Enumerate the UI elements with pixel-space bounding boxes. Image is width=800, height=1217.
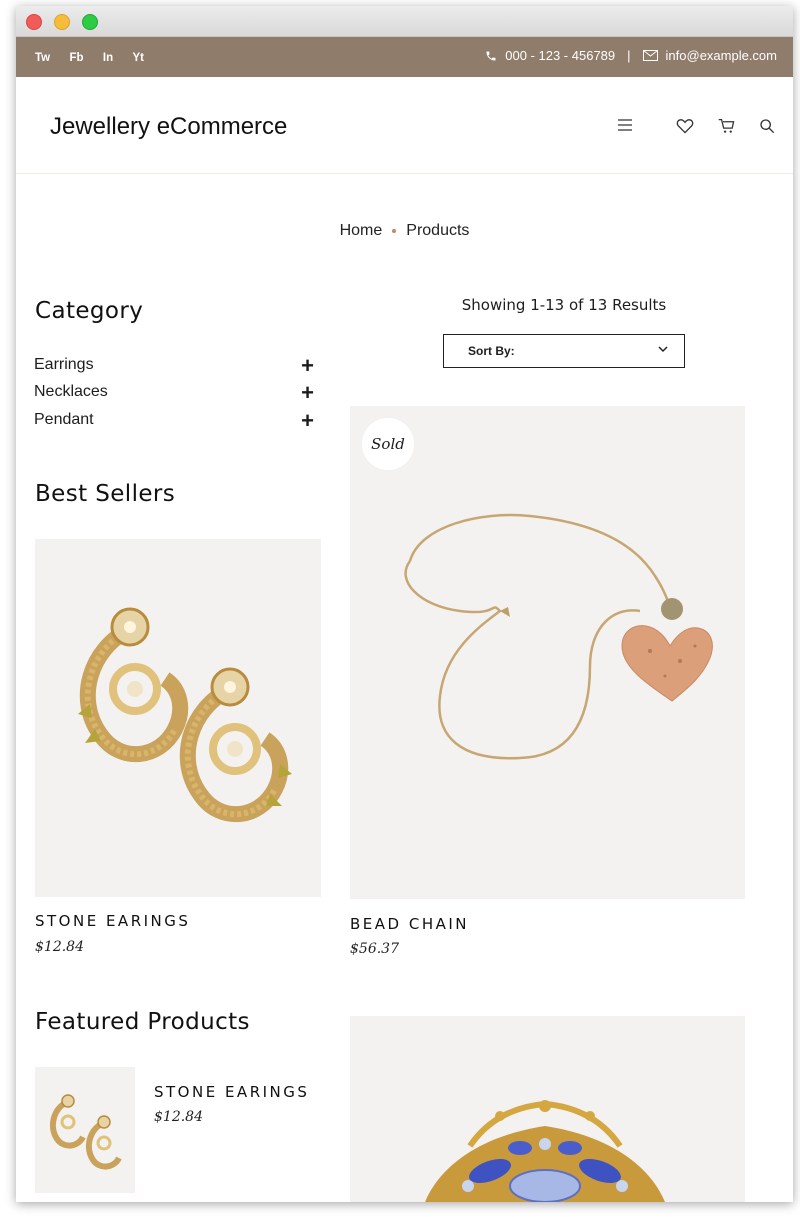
- breadcrumb: Home Products: [16, 222, 793, 240]
- best-sellers-title: Best Sellers: [35, 481, 176, 507]
- cart-icon[interactable]: [718, 118, 735, 134]
- best-seller-price: $12.84: [35, 939, 84, 955]
- featured-product-price: $12.84: [154, 1109, 203, 1125]
- results-count: Showing 1-13 of 13 Results: [461, 296, 667, 314]
- earrings-image: [78, 607, 292, 823]
- featured-products-title: Featured Products: [35, 1009, 250, 1035]
- product-price: $56.37: [350, 941, 399, 957]
- category-label: Pendant: [34, 411, 94, 428]
- top-bar: Tw Fb In Yt 000 - 123 - 456789 | info@ex…: [16, 37, 793, 77]
- browser-window: Tw Fb In Yt 000 - 123 - 456789 | info@ex…: [16, 6, 793, 1202]
- minimize-window-button[interactable]: [54, 14, 70, 30]
- contact-info: 000 - 123 - 456789 | info@example.com: [485, 48, 777, 63]
- category-label: Earrings: [34, 356, 94, 373]
- category-item-earrings[interactable]: Earrings +: [34, 353, 314, 378]
- menu-icon[interactable]: [617, 118, 633, 132]
- heart-icon[interactable]: [676, 118, 694, 134]
- close-window-button[interactable]: [26, 14, 42, 30]
- best-seller-image[interactable]: [35, 539, 321, 897]
- product-name[interactable]: BEAD CHAIN: [350, 915, 469, 933]
- category-label: Necklaces: [34, 383, 108, 400]
- chevron-down-icon: [658, 346, 668, 353]
- phone-icon: [486, 51, 496, 60]
- category-title: Category: [35, 298, 144, 324]
- breadcrumb-separator: [392, 228, 397, 233]
- earrings-thumbnail-image: [49, 1094, 122, 1170]
- maximize-window-button[interactable]: [82, 14, 98, 30]
- breadcrumb-home[interactable]: Home: [340, 222, 383, 239]
- expand-icon[interactable]: +: [301, 408, 314, 434]
- best-seller-name[interactable]: STONE EARINGS: [35, 912, 190, 930]
- social-link-youtube[interactable]: Yt: [132, 52, 144, 64]
- product-image[interactable]: [350, 406, 745, 899]
- search-icon[interactable]: [759, 118, 775, 134]
- social-link-facebook[interactable]: Fb: [69, 52, 83, 64]
- breadcrumb-current: Products: [406, 222, 470, 239]
- brooch-image: [425, 1100, 665, 1202]
- sort-dropdown[interactable]: Sort By:: [443, 334, 685, 368]
- sort-label: Sort By:: [468, 344, 515, 358]
- featured-product-name[interactable]: STONE EARINGS: [154, 1083, 309, 1101]
- sold-badge: Sold: [362, 418, 414, 470]
- category-item-necklaces[interactable]: Necklaces +: [34, 380, 314, 405]
- product-image-brooch[interactable]: [350, 1016, 745, 1202]
- featured-product-image[interactable]: [35, 1067, 135, 1193]
- contact-separator: |: [627, 48, 631, 63]
- expand-icon[interactable]: +: [301, 353, 314, 379]
- category-item-pendant[interactable]: Pendant +: [34, 408, 314, 433]
- bead-chain-image: [404, 513, 713, 760]
- site-logo[interactable]: Jewellery eCommerce: [50, 113, 287, 141]
- window-titlebar: [16, 6, 793, 37]
- social-link-linkedin[interactable]: In: [103, 52, 113, 64]
- expand-icon[interactable]: +: [301, 380, 314, 406]
- site-header: Jewellery eCommerce: [16, 77, 793, 174]
- social-links: Tw Fb In Yt: [35, 50, 160, 64]
- phone-number[interactable]: 000 - 123 - 456789: [505, 48, 615, 63]
- email-address[interactable]: info@example.com: [666, 48, 777, 63]
- mail-icon: [642, 50, 658, 61]
- social-link-twitter[interactable]: Tw: [35, 52, 50, 64]
